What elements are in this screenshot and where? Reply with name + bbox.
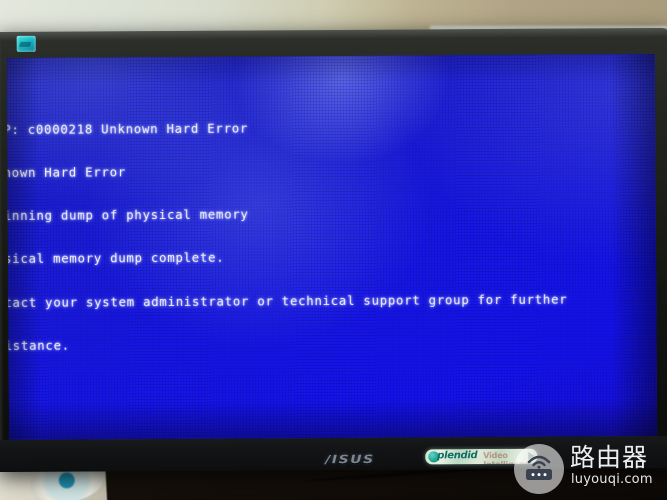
- screen-vignette: [6, 54, 658, 440]
- bezel-left-highlight: [0, 40, 5, 441]
- photo-canvas: P: c0000218 Unknown Hard Error nown Hard…: [0, 0, 667, 500]
- watermark-en-text: luyouqi.com: [571, 472, 653, 487]
- cyan-square-sticker: [16, 35, 36, 52]
- asus-brand-logo: /ISUS: [325, 453, 375, 467]
- asus-monitor: P: c0000218 Unknown Hard Error nown Hard…: [0, 27, 667, 473]
- router-icon: [526, 455, 552, 480]
- monitor-screen: P: c0000218 Unknown Hard Error nown Hard…: [6, 54, 658, 440]
- site-watermark: 路由器 luyouqi.com: [514, 442, 664, 496]
- watermark-cn-text: 路由器: [570, 443, 649, 472]
- splendid-sticker-label: plendid: [437, 450, 478, 462]
